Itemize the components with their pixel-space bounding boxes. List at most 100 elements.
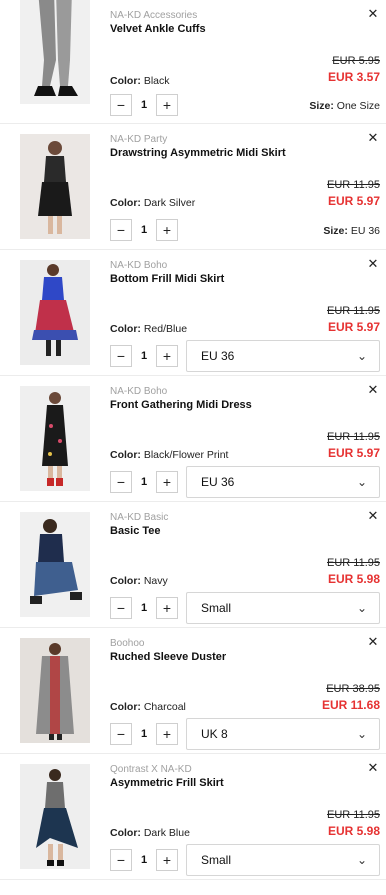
size-dropdown[interactable]: EU 36 ⌄	[186, 340, 380, 372]
quantity-stepper: − 1 +	[110, 596, 178, 620]
chevron-down-icon: ⌄	[356, 475, 367, 489]
product-brand: NA-KD Accessories	[110, 10, 198, 21]
cart-item: NA-KD Boho Front Gathering Midi Dress ✕ …	[0, 376, 386, 502]
size-label: Size:	[309, 100, 334, 112]
quantity-value: 1	[140, 854, 148, 866]
product-name[interactable]: Velvet Ankle Cuffs	[110, 23, 206, 35]
original-price: EUR 11.95	[327, 809, 380, 821]
size-dropdown[interactable]: Small ⌄	[186, 592, 380, 624]
size-label: Size:	[323, 225, 348, 237]
close-icon[interactable]: ✕	[366, 131, 380, 145]
quantity-value: 1	[140, 350, 148, 362]
product-brand: NA-KD Boho	[110, 260, 168, 271]
size-dropdown[interactable]: UK 8 ⌄	[186, 718, 380, 750]
cart-item: NA-KD Party Drawstring Asymmetric Midi S…	[0, 124, 386, 250]
color-value: Charcoal	[143, 701, 186, 713]
color-info: Color: Charcoal	[110, 701, 186, 713]
size-info: Size: One Size	[309, 100, 380, 112]
size-value: EU 36	[350, 225, 380, 237]
color-value: Black/Flower Print	[143, 449, 229, 461]
cart-item: Boohoo Ruched Sleeve Duster ✕ EUR 38.95 …	[0, 628, 386, 754]
color-info: Color: Red/Blue	[110, 323, 187, 335]
product-name[interactable]: Drawstring Asymmetric Midi Skirt	[110, 147, 286, 159]
plus-icon[interactable]: +	[156, 597, 178, 619]
quantity-value: 1	[140, 476, 148, 488]
product-name[interactable]: Ruched Sleeve Duster	[110, 651, 226, 663]
color-info: Color: Black/Flower Print	[110, 449, 228, 461]
plus-icon[interactable]: +	[156, 849, 178, 871]
product-name[interactable]: Front Gathering Midi Dress	[110, 399, 252, 411]
original-price: EUR 11.95	[327, 557, 380, 569]
minus-icon[interactable]: −	[110, 849, 132, 871]
product-image[interactable]	[20, 134, 90, 239]
close-icon[interactable]: ✕	[366, 383, 380, 397]
cart-item: NA-KD Accessories Velvet Ankle Cuffs ✕ E…	[0, 0, 386, 124]
product-name[interactable]: Bottom Frill Midi Skirt	[110, 273, 224, 285]
size-dropdown[interactable]: EU 36 ⌄	[186, 466, 380, 498]
product-image[interactable]	[20, 512, 90, 617]
minus-icon[interactable]: −	[110, 219, 132, 241]
cart-list: NA-KD Accessories Velvet Ankle Cuffs ✕ E…	[0, 0, 386, 880]
close-icon[interactable]: ✕	[366, 635, 380, 649]
color-info: Color: Black	[110, 75, 170, 87]
plus-icon[interactable]: +	[156, 345, 178, 367]
plus-icon[interactable]: +	[156, 723, 178, 745]
quantity-value: 1	[140, 728, 148, 740]
minus-icon[interactable]: −	[110, 723, 132, 745]
color-label: Color:	[110, 449, 141, 461]
product-brand: Boohoo	[110, 638, 145, 649]
minus-icon[interactable]: −	[110, 94, 132, 116]
quantity-value: 1	[140, 224, 148, 236]
close-icon[interactable]: ✕	[366, 509, 380, 523]
product-brand: Qontrast X NA-KD	[110, 764, 192, 775]
product-brand: NA-KD Basic	[110, 512, 169, 523]
product-name[interactable]: Asymmetric Frill Skirt	[110, 777, 224, 789]
close-icon[interactable]: ✕	[366, 7, 380, 21]
sale-price: EUR 5.97	[327, 446, 380, 460]
minus-icon[interactable]: −	[110, 597, 132, 619]
original-price: EUR 5.95	[332, 55, 380, 67]
cart-item: NA-KD Basic Basic Tee ✕ EUR 11.95 EUR 5.…	[0, 502, 386, 628]
color-label: Color:	[110, 323, 141, 335]
quantity-value: 1	[140, 99, 148, 111]
sale-price: EUR 5.97	[327, 194, 380, 208]
cart-item: NA-KD Boho Bottom Frill Midi Skirt ✕ EUR…	[0, 250, 386, 376]
product-image[interactable]	[20, 0, 90, 104]
quantity-value: 1	[140, 602, 148, 614]
color-value: Dark Blue	[143, 827, 190, 839]
color-label: Color:	[110, 575, 141, 587]
size-dropdown-value: EU 36	[201, 349, 235, 363]
chevron-down-icon: ⌄	[356, 853, 367, 867]
original-price: EUR 11.95	[327, 179, 380, 191]
color-value: Black	[143, 75, 170, 87]
quantity-stepper: − 1 +	[110, 93, 178, 117]
size-dropdown-value: EU 36	[201, 475, 235, 489]
sale-price: EUR 5.97	[327, 320, 380, 334]
sale-price: EUR 11.68	[321, 698, 380, 712]
product-image[interactable]	[20, 386, 90, 491]
quantity-stepper: − 1 +	[110, 848, 178, 872]
color-info: Color: Dark Blue	[110, 827, 190, 839]
color-value: Dark Silver	[143, 197, 196, 209]
plus-icon[interactable]: +	[156, 94, 178, 116]
product-brand: NA-KD Boho	[110, 386, 168, 397]
size-dropdown[interactable]: Small ⌄	[186, 844, 380, 876]
product-brand: NA-KD Party	[110, 134, 168, 145]
size-dropdown-value: Small	[201, 601, 232, 615]
plus-icon[interactable]: +	[156, 471, 178, 493]
product-image[interactable]	[20, 260, 90, 365]
minus-icon[interactable]: −	[110, 471, 132, 493]
color-label: Color:	[110, 701, 141, 713]
close-icon[interactable]: ✕	[366, 257, 380, 271]
plus-icon[interactable]: +	[156, 219, 178, 241]
color-info: Color: Navy	[110, 575, 168, 587]
product-image[interactable]	[20, 638, 90, 743]
sale-price: EUR 3.57	[327, 70, 380, 84]
quantity-stepper: − 1 +	[110, 344, 178, 368]
product-image[interactable]	[20, 764, 90, 869]
size-dropdown-value: Small	[201, 853, 232, 867]
original-price: EUR 38.95	[326, 683, 380, 695]
minus-icon[interactable]: −	[110, 345, 132, 367]
close-icon[interactable]: ✕	[366, 761, 380, 775]
product-name[interactable]: Basic Tee	[110, 525, 161, 537]
